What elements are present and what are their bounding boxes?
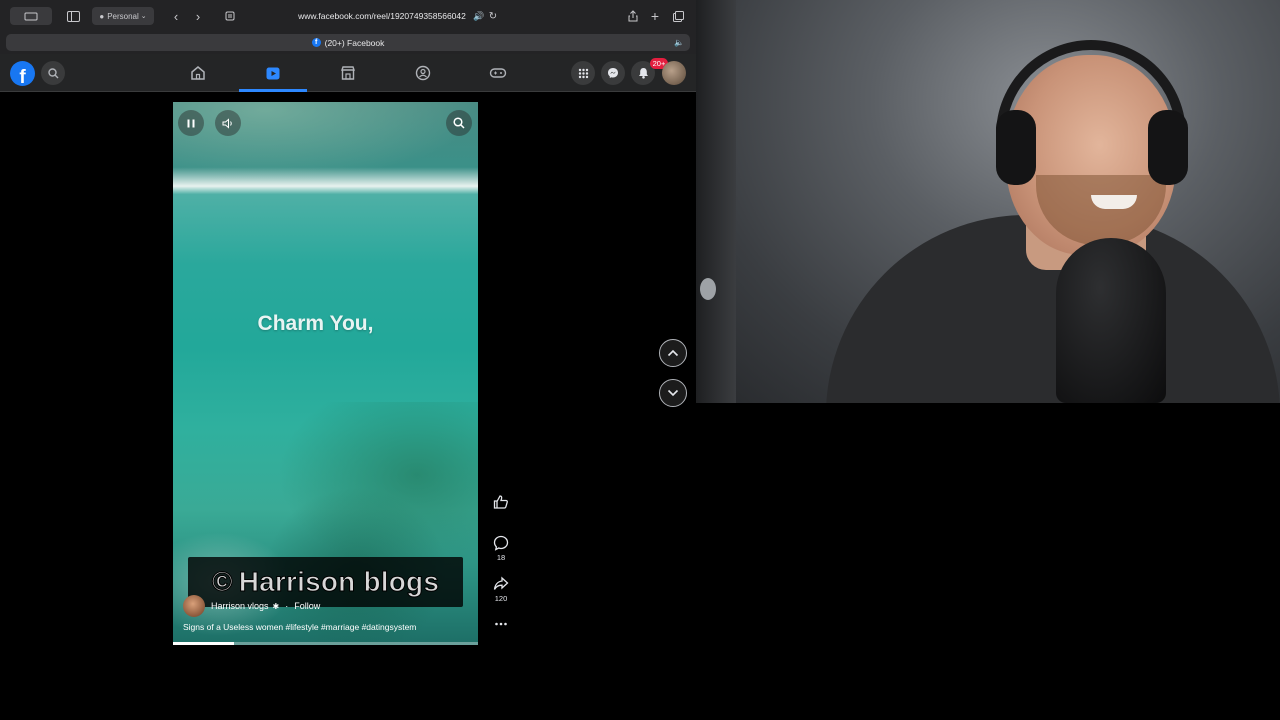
video-icon: [266, 67, 280, 80]
tab-title: (20+) Facebook: [324, 37, 385, 48]
separator-dot: ·: [285, 601, 289, 611]
chevron-right-icon: ›: [195, 8, 201, 24]
messenger-icon: [608, 68, 618, 78]
nav-video[interactable]: [264, 64, 282, 82]
author-avatar[interactable]: [183, 595, 205, 617]
chevron-down-icon: [667, 389, 679, 397]
previous-reel-button[interactable]: [659, 339, 687, 367]
webcam-feed: [696, 0, 1280, 403]
tab-overview-button[interactable]: [10, 7, 52, 25]
webcam-person-smile: [1091, 195, 1137, 209]
facebook-favicon-icon: f: [311, 38, 321, 47]
marketplace-icon: [341, 66, 355, 80]
headphones-right-earcup: [1148, 110, 1188, 185]
page-settings-icon: [225, 11, 235, 21]
more-options-button[interactable]: [490, 616, 512, 630]
headphones-left-earcup: [996, 110, 1036, 185]
reel-search-button[interactable]: [446, 110, 472, 136]
nav-home[interactable]: [189, 64, 207, 82]
home-icon: [191, 66, 205, 80]
active-tab-indicator: [239, 89, 307, 92]
tab-overview-grid-button[interactable]: [670, 7, 686, 25]
reload-icon: ↻: [488, 10, 498, 22]
gaming-icon: [489, 68, 507, 78]
nav-groups[interactable]: [414, 64, 432, 82]
browser-window: ● Personal ⌄ ‹ › www.facebook.com/reel/1…: [0, 0, 696, 720]
sidebar-icon: [66, 10, 80, 22]
address-bar[interactable]: www.facebook.com/reel/1920749358566042: [262, 7, 502, 25]
webcam-door-knob: [700, 278, 716, 300]
back-button[interactable]: ‹: [168, 7, 184, 25]
tab-overview-icon: [24, 12, 38, 20]
pause-icon: [187, 119, 195, 127]
reel-overlay-text: Charm You,: [257, 312, 374, 335]
author-name[interactable]: Harrison vlogs: [211, 601, 269, 611]
browser-toolbar: ● Personal ⌄ ‹ › www.facebook.com/reel/1…: [0, 0, 696, 32]
page-menu-button[interactable]: [222, 7, 238, 25]
new-tab-button[interactable]: +: [647, 7, 663, 25]
browser-tab[interactable]: f (20+) Facebook 🔈: [6, 34, 690, 51]
chevron-up-icon: [667, 349, 679, 357]
copyright-icon: ©: [211, 566, 233, 598]
profile-avatar[interactable]: [662, 61, 686, 85]
speaker-icon: [222, 117, 232, 129]
reel-caption[interactable]: Signs of a Useless women #lifestyle #mar…: [183, 622, 416, 632]
like-button[interactable]: [490, 494, 512, 510]
url-text: www.facebook.com/reel/1920749358566042: [298, 11, 466, 21]
reel-video[interactable]: Charm You, © Harrison blogs Harrison vlo…: [173, 102, 478, 645]
profile-selector[interactable]: ● Personal ⌄: [92, 7, 154, 25]
comment-count: 18: [496, 553, 506, 562]
plus-icon: +: [650, 8, 660, 24]
search-icon: [47, 67, 58, 78]
chevron-down-icon: ⌄: [140, 13, 147, 20]
more-dots-icon: [495, 622, 507, 626]
facebook-navbar: f 20+: [0, 54, 696, 92]
tab-bar: f (20+) Facebook 🔈: [0, 32, 696, 54]
next-reel-button[interactable]: [659, 379, 687, 407]
speaker-icon: 🔊: [473, 10, 485, 21]
messenger-button[interactable]: [601, 61, 625, 85]
nav-gaming[interactable]: [489, 64, 507, 82]
facebook-logo-icon[interactable]: f: [10, 61, 35, 86]
mute-button[interactable]: [215, 110, 241, 136]
progress-bar[interactable]: [173, 642, 478, 645]
webcam-door: [696, 0, 736, 403]
progress-bar-fill: [173, 642, 234, 645]
menu-button[interactable]: [571, 61, 595, 85]
chevron-left-icon: ‹: [173, 8, 179, 24]
profile-label: Personal: [107, 11, 139, 21]
share-button[interactable]: [625, 7, 641, 25]
sidebar-toggle-button[interactable]: [64, 7, 82, 25]
follow-button[interactable]: Follow: [294, 601, 320, 611]
share-arrow-icon: [493, 576, 509, 590]
tabs-icon: [672, 10, 684, 22]
grid-menu-icon: [578, 68, 588, 78]
comment-button[interactable]: 18: [490, 535, 512, 562]
watermark-text: Harrison blogs: [238, 566, 440, 598]
pause-button[interactable]: [178, 110, 204, 136]
person-icon: ●: [99, 11, 105, 21]
forward-button[interactable]: ›: [190, 7, 206, 25]
thumbs-up-icon: [493, 495, 508, 509]
tab-speaker-icon[interactable]: 🔈: [674, 38, 684, 47]
comment-icon: [493, 535, 509, 551]
share-count: 120: [494, 594, 508, 603]
share-reel-button[interactable]: 120: [490, 576, 512, 603]
groups-icon: [415, 65, 431, 81]
microphone: [1056, 238, 1166, 403]
reload-button[interactable]: ↻: [486, 7, 500, 25]
bell-icon: [638, 68, 648, 79]
search-button[interactable]: [41, 61, 65, 85]
verified-icon: ✱: [272, 601, 280, 611]
search-icon: [453, 117, 465, 129]
nav-marketplace[interactable]: [339, 64, 357, 82]
audio-playing-button[interactable]: 🔊: [472, 7, 486, 25]
reel-author: Harrison vlogs ✱ · Follow: [183, 595, 320, 617]
share-icon: [628, 10, 638, 22]
